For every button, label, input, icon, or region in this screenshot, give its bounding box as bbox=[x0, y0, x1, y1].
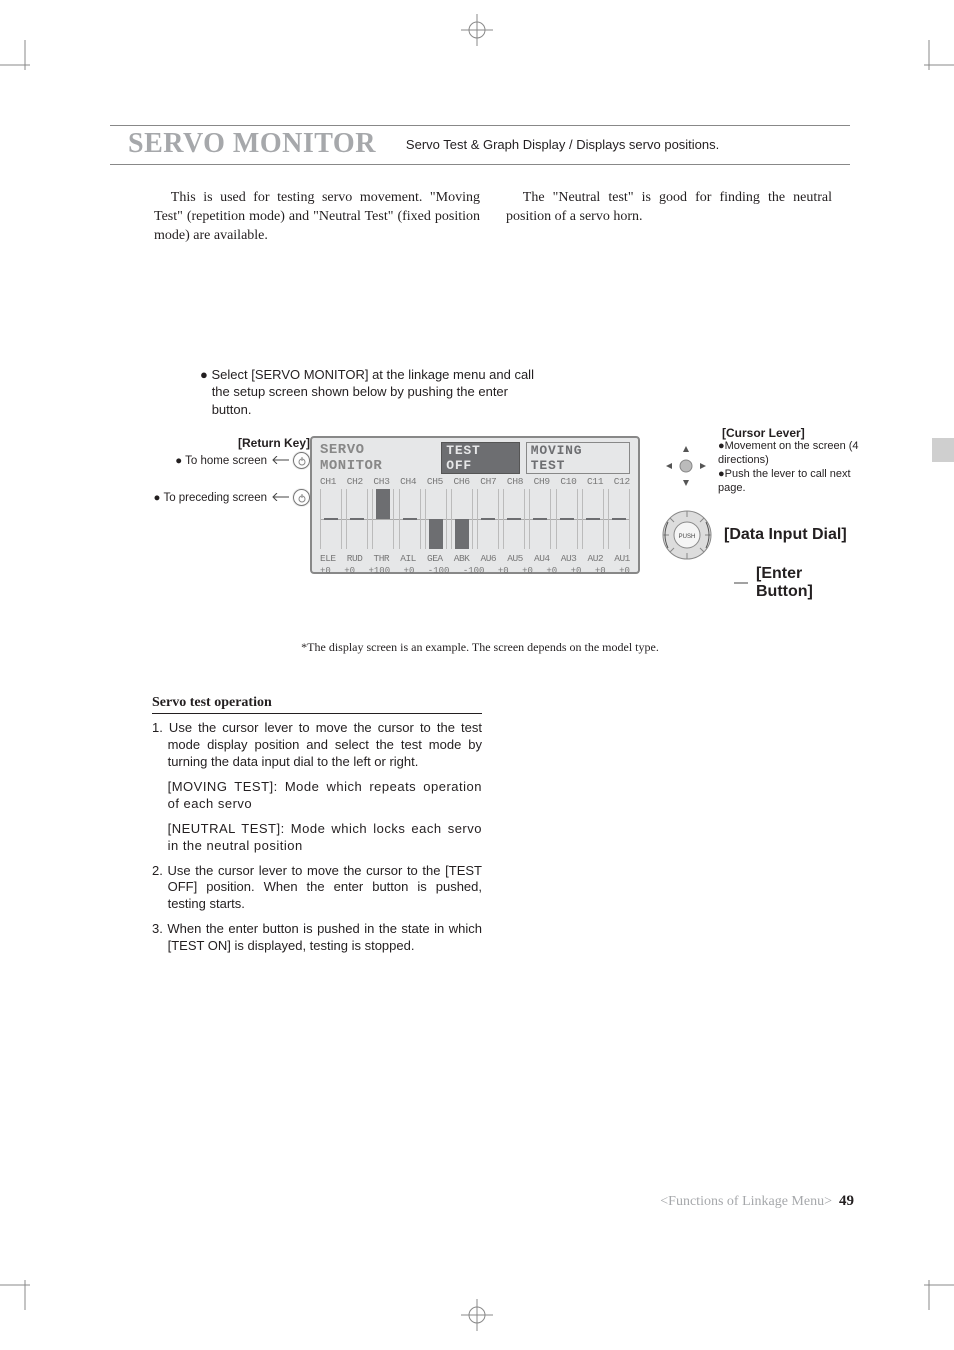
bar-slot bbox=[608, 489, 630, 549]
dial-label: [Data Input Dial] bbox=[724, 526, 847, 543]
select-instruction: ● Select [SERVO MONITOR] at the linkage … bbox=[200, 366, 540, 419]
section-header: SERVO MONITOR Servo Test & Graph Display… bbox=[110, 125, 850, 165]
bar-slot bbox=[399, 489, 421, 549]
screen-diagram: [Return Key] ● To home screen ● To prece… bbox=[110, 436, 850, 626]
cursor-lever-icon bbox=[660, 440, 712, 492]
bar-slot bbox=[346, 489, 368, 549]
lcd-test-badge: TEST OFF bbox=[441, 442, 520, 474]
return-key-home-label: To home screen bbox=[185, 455, 267, 467]
ops-step-1: 1. Use the cursor lever to move the curs… bbox=[152, 720, 482, 771]
lcd-bar-chart bbox=[320, 489, 630, 549]
lcd-screen: SERVO MONITOR TEST OFF MOVING TEST CH1CH… bbox=[310, 436, 640, 574]
crop-mark-top-left bbox=[0, 40, 40, 80]
registration-mark-top bbox=[457, 10, 497, 55]
intro-paragraphs: This is used for testing servo movement.… bbox=[154, 189, 850, 246]
bar-slot bbox=[503, 489, 525, 549]
return-key-preceding-label: To preceding screen bbox=[163, 492, 267, 504]
svg-text:PUSH: PUSH bbox=[679, 534, 696, 540]
footer-section: <Functions of Linkage Menu> bbox=[660, 1194, 832, 1209]
bar-slot bbox=[372, 489, 394, 549]
section-subtitle: Servo Test & Graph Display / Displays se… bbox=[406, 137, 719, 152]
cursor-lever-annotation: [Cursor Lever] ●Movement on the screen (… bbox=[660, 426, 860, 495]
lcd-mode-box: MOVING TEST bbox=[526, 442, 630, 474]
registration-mark-bottom bbox=[457, 1295, 497, 1340]
return-key-heading: [Return Key] bbox=[238, 436, 310, 450]
ops-step-3: 3. When the enter button is pushed in th… bbox=[152, 921, 482, 955]
bar-slot bbox=[529, 489, 551, 549]
section-title: SERVO MONITOR bbox=[110, 128, 406, 160]
side-tab bbox=[932, 438, 954, 462]
enter-button-annotation: [Enter Button] bbox=[734, 565, 850, 601]
cursor-text-1: ●Movement on the screen (4 directions) bbox=[718, 440, 860, 468]
ops-heading: Servo test operation bbox=[152, 695, 482, 714]
servo-test-operation: Servo test operation 1. Use the cursor l… bbox=[152, 695, 482, 955]
line-icon bbox=[734, 582, 748, 584]
footnote: *The display screen is an example. The s… bbox=[110, 640, 850, 655]
enter-button-label: [Enter Button] bbox=[756, 565, 850, 601]
cursor-lever-heading: [Cursor Lever] bbox=[722, 426, 805, 440]
lcd-title: SERVO MONITOR bbox=[320, 442, 435, 474]
crop-mark-bottom-right bbox=[914, 1270, 954, 1310]
bar-slot bbox=[477, 489, 499, 549]
cursor-text-2: ●Push the lever to call next page. bbox=[718, 468, 860, 496]
arrow-left-icon bbox=[271, 492, 289, 504]
page-footer: <Functions of Linkage Menu> 49 bbox=[660, 1193, 854, 1210]
bar-slot bbox=[320, 489, 342, 549]
power-icon bbox=[293, 452, 310, 469]
dial-icon: PUSH bbox=[660, 508, 714, 562]
ops-step-2: 2. Use the cursor lever to move the curs… bbox=[152, 863, 482, 914]
data-input-dial-annotation: PUSH [Data Input Dial] bbox=[660, 508, 847, 562]
bar-slot bbox=[556, 489, 578, 549]
bar-slot bbox=[451, 489, 473, 549]
crop-mark-bottom-left bbox=[0, 1270, 40, 1310]
crop-mark-top-right bbox=[914, 40, 954, 80]
return-key-annotation: [Return Key] ● To home screen ● To prece… bbox=[150, 436, 310, 506]
lcd-channel-row: CH1CH2CH3CH4CH5CH6CH7CH8CH9C10C11C12 bbox=[320, 476, 630, 487]
lcd-label-row: ELERUDTHRAILGEAABKAU6AU5AU4AU3AU2AU1 bbox=[320, 553, 630, 564]
bar-slot bbox=[425, 489, 447, 549]
intro-right: The "Neutral test" is good for finding t… bbox=[506, 189, 832, 246]
page-number: 49 bbox=[839, 1193, 854, 1209]
ops-step-1a: [MOVING TEST]: Mode which repeats operat… bbox=[152, 779, 482, 813]
intro-left: This is used for testing servo movement.… bbox=[154, 189, 480, 246]
lcd-value-row: +0+0+100+0-100-100+0+0+0+0+0+0 bbox=[320, 566, 630, 576]
ops-step-1b: [NEUTRAL TEST]: Mode which locks each se… bbox=[152, 821, 482, 855]
arrow-left-icon bbox=[271, 455, 289, 467]
bar-slot bbox=[582, 489, 604, 549]
power-icon bbox=[293, 489, 310, 506]
